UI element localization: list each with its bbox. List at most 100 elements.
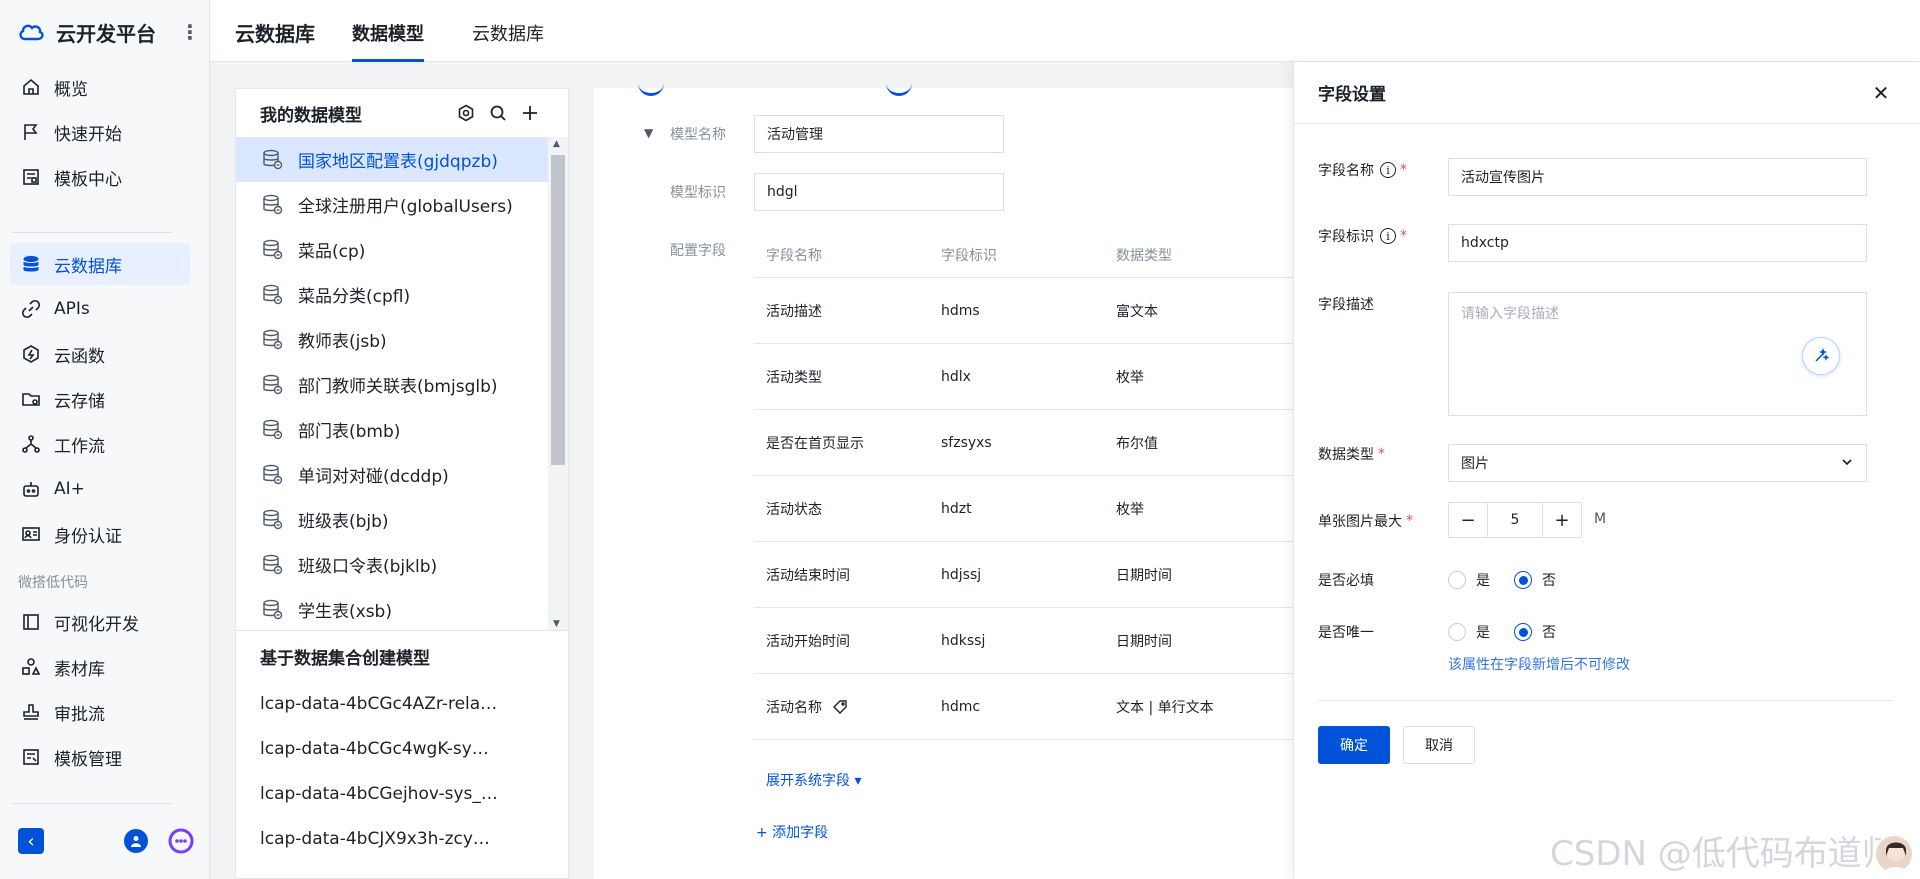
nav-label: 可视化开发 — [54, 614, 139, 635]
settings-icon[interactable] — [456, 103, 476, 123]
dataset-item[interactable]: lcap-data-4bCGc4AZr-rela… — [260, 681, 568, 726]
table-row[interactable]: 活动类型 hdlx 枚举 — [754, 344, 1294, 410]
table-row[interactable]: 活动名称 hdmc 文本 | 单行文本 — [754, 674, 1294, 740]
max-size-input[interactable]: 5 — [1487, 503, 1543, 537]
tab-cloud-database[interactable]: 云数据库 — [472, 20, 544, 62]
ai-generate-icon[interactable] — [1802, 337, 1840, 375]
table-row[interactable]: 活动开始时间 hdkssj 日期时间 — [754, 608, 1294, 674]
table-cell: 枚举 — [1104, 499, 1294, 519]
table-cell: 文本 | 单行文本 — [1104, 697, 1294, 717]
decrement-button[interactable]: − — [1449, 503, 1487, 537]
radio-unique-yes[interactable] — [1448, 623, 1466, 641]
nav-item-database[interactable]: 云数据库 — [10, 243, 190, 285]
nav-item-auth[interactable]: 身份认证 — [10, 513, 190, 555]
table-cell: 活动状态 — [754, 499, 929, 519]
required-mark: * — [1400, 228, 1407, 244]
radio-required-no[interactable] — [1514, 571, 1532, 589]
model-database-icon — [260, 327, 286, 353]
brand[interactable]: 云开发平台 — [18, 18, 156, 46]
chatbot-icon[interactable] — [168, 828, 194, 854]
nav-item-assets[interactable]: 素材库 — [10, 646, 190, 688]
cell-text: 富文本 — [1116, 303, 1158, 320]
nav-item-approval[interactable]: 审批流 — [10, 691, 190, 733]
tab-data-model[interactable]: 数据模型 — [352, 20, 424, 62]
nav-item-workflow[interactable]: 工作流 — [10, 423, 190, 465]
dataset-item[interactable]: lcap-data-4bCJX9x3h-zcy… — [260, 816, 568, 861]
close-icon[interactable]: ✕ — [1866, 78, 1896, 108]
model-list-item[interactable]: 菜品分类(cpfl) — [236, 272, 548, 317]
data-type-select[interactable]: 图片 — [1448, 444, 1867, 482]
models-panel: 我的数据模型 国家地区配置表(gjdqpzb) 全球注册用户(globalUser… — [235, 88, 569, 879]
model-name-input[interactable]: 活动管理 — [754, 115, 1004, 153]
field-id-input[interactable]: hdxctp — [1448, 224, 1867, 262]
radio-required-yes[interactable] — [1448, 571, 1466, 589]
cell-text: sfzsyxs — [941, 434, 992, 451]
dataset-item[interactable]: lcap-data-4bCGejhov-sys_… — [260, 771, 568, 816]
model-list-item[interactable]: 班级口令表(bjklb) — [236, 542, 548, 587]
nav-item-quickstart[interactable]: 快速开始 — [10, 111, 190, 153]
model-list-item[interactable]: 国家地区配置表(gjdqpzb) — [236, 137, 548, 182]
nav-item-template-manage[interactable]: 模板管理 — [10, 736, 190, 778]
model-list-item[interactable]: 班级表(bjb) — [236, 497, 548, 542]
nav-item-functions[interactable]: 云函数 — [10, 333, 190, 375]
dataset-item[interactable]: lcap-data-4bCGc4wgK-sy… — [260, 726, 568, 771]
model-list-item[interactable]: 单词对对碰(dcddp) — [236, 452, 548, 497]
fields-table: 字段名称 字段标识 数据类型 活动描述 hdms 富文本 活动类型 hdlx 枚举 是否在首… — [754, 232, 1294, 740]
table-row[interactable]: 活动描述 hdms 富文本 — [754, 278, 1294, 344]
table-cell: 日期时间 — [1104, 631, 1294, 651]
more-vertical-icon[interactable]: ⋮ — [180, 20, 200, 44]
scroll-down-icon[interactable]: ▼ — [553, 619, 560, 629]
table-cell: hdms — [929, 303, 1104, 319]
cancel-button[interactable]: 取消 — [1403, 726, 1475, 764]
table-row[interactable]: 是否在首页显示 sfzsyxs 布尔值 — [754, 410, 1294, 476]
increment-button[interactable]: + — [1543, 503, 1581, 537]
model-list-scrollbar[interactable]: ▲ ▼ — [548, 137, 568, 630]
model-list-item[interactable]: 学生表(xsb) — [236, 587, 548, 630]
model-id-input[interactable]: hdgl — [754, 173, 1004, 211]
model-list-item[interactable]: 部门教师关联表(bmjsglb) — [236, 362, 548, 407]
info-icon[interactable]: i — [1380, 228, 1396, 244]
model-list-item[interactable]: 教师表(jsb) — [236, 317, 548, 362]
radio-label: 否 — [1542, 625, 1556, 641]
nav-item-overview[interactable]: 概览 — [10, 66, 190, 108]
model-list-item[interactable]: 全球注册用户(globalUsers) — [236, 182, 548, 227]
info-icon[interactable]: i — [1380, 162, 1396, 178]
collapse-triangle-icon[interactable]: ▼ — [644, 126, 653, 140]
table-cell: 布尔值 — [1104, 433, 1294, 453]
user-icon[interactable] — [124, 829, 148, 853]
confirm-button[interactable]: 确定 — [1318, 726, 1390, 764]
field-name-input[interactable]: 活动宣传图片 — [1448, 158, 1867, 196]
model-list-item[interactable]: 部门表(bmb) — [236, 407, 548, 452]
nav-item-visual-dev[interactable]: 可视化开发 — [10, 601, 190, 643]
scroll-thumb[interactable] — [551, 155, 565, 465]
avatar[interactable] — [1874, 834, 1914, 874]
add-icon[interactable] — [520, 103, 540, 123]
scroll-up-icon[interactable]: ▲ — [553, 139, 560, 149]
table-cell: 活动描述 — [754, 301, 929, 321]
table-cell: 活动名称 — [754, 697, 929, 717]
table-cell: 活动类型 — [754, 367, 929, 387]
workflow-icon — [20, 433, 42, 455]
decoration — [886, 80, 912, 96]
add-field-button[interactable]: + 添加字段 — [756, 822, 828, 842]
table-row[interactable]: 活动状态 hdzt 枚举 — [754, 476, 1294, 542]
search-icon[interactable] — [488, 103, 508, 123]
selected-value: 图片 — [1461, 456, 1489, 472]
radio-unique-no[interactable] — [1514, 623, 1532, 641]
nav-item-apis[interactable]: APIs — [10, 288, 190, 330]
expand-system-fields-link[interactable]: 展开系统字段 ▾ — [766, 770, 861, 790]
nav-label: 概览 — [54, 79, 88, 100]
nav-label: 审批流 — [54, 704, 105, 725]
nav-item-templates[interactable]: 模板中心 — [10, 156, 190, 198]
model-label: 部门表(bmb) — [298, 422, 401, 442]
nav-section-title: 微搭低代码 — [18, 575, 88, 591]
nav-label: AI+ — [54, 479, 85, 499]
nav-item-storage[interactable]: 云存储 — [10, 378, 190, 420]
field-desc-textarea[interactable]: 请输入字段描述 — [1448, 292, 1867, 416]
table-row[interactable]: 活动结束时间 hdjssj 日期时间 — [754, 542, 1294, 608]
collapse-sidebar-button[interactable]: ‹ — [18, 828, 44, 854]
table-cell: 枚举 — [1104, 367, 1294, 387]
nav-item-ai[interactable]: AI+ — [10, 468, 190, 510]
label-text: 是否必填 — [1318, 573, 1374, 589]
model-list-item[interactable]: 菜品(cp) — [236, 227, 548, 272]
